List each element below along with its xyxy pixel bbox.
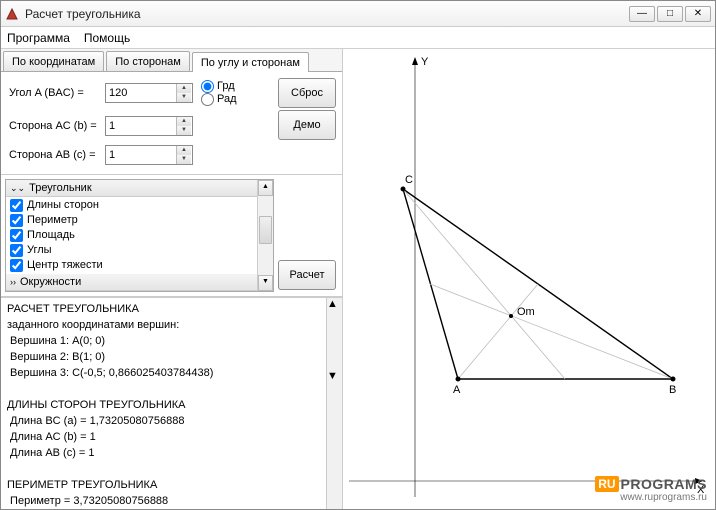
radio-radians[interactable]: Рад (201, 93, 237, 106)
scroll-up-icon[interactable]: ▲ (327, 298, 342, 310)
vertex-c-label: C (405, 174, 413, 186)
out-line (7, 382, 320, 396)
triangle-canvas: Y X Om A B C (343, 49, 715, 509)
tab-by-sides[interactable]: По сторонам (106, 51, 190, 71)
menubar: Программа Помощь (1, 27, 715, 49)
side-ab-field[interactable] (106, 146, 176, 164)
output-scrollbar[interactable]: ▲ ▼ (326, 298, 342, 509)
scroll-down-icon[interactable]: ▼ (327, 370, 342, 382)
watermark: RU PROGRAMS www.ruprograms.ru (595, 476, 707, 503)
scroll-thumb[interactable] (259, 216, 272, 244)
options-header-circles[interactable]: ›› Окружности (6, 274, 257, 291)
reset-button[interactable]: Сброс (278, 78, 336, 108)
out-line (7, 462, 320, 476)
vertex-b-label: B (669, 384, 676, 396)
demo-button[interactable]: Демо (278, 110, 336, 140)
angle-spin-up[interactable]: ▲ (176, 84, 191, 93)
out-line: Вершина 3: C(-0,5; 0,866025403784438) (7, 366, 320, 380)
output-panel: РАСЧЕТ ТРЕУГОЛЬНИКА заданного координата… (1, 297, 342, 509)
menu-help[interactable]: Помощь (84, 31, 130, 45)
side-ab-spin-down[interactable]: ▼ (176, 155, 191, 164)
watermark-url: www.ruprograms.ru (595, 492, 707, 503)
menu-program[interactable]: Программа (7, 31, 70, 45)
scroll-thumb[interactable] (327, 310, 342, 370)
maximize-button[interactable]: □ (657, 6, 683, 22)
output-text[interactable]: РАСЧЕТ ТРЕУГОЛЬНИКА заданного координата… (1, 298, 326, 509)
side-ac-label: Сторона AC (b) = (9, 120, 105, 132)
out-line: Вершина 1: A(0; 0) (7, 334, 320, 348)
side-ab-spin-up[interactable]: ▲ (176, 146, 191, 155)
centroid-label: Om (517, 306, 535, 318)
opt-perimeter[interactable]: Периметр (10, 213, 253, 228)
out-line: ДЛИНЫ СТОРОН ТРЕУГОЛЬНИКА (7, 398, 320, 412)
options-header-triangle[interactable]: ⌄⌄ Треугольник (6, 180, 257, 197)
left-panel: По координатам По сторонам По углу и сто… (1, 49, 343, 509)
input-panel: Угол A (BAC) = ▲▼ Грд Рад Сброс Сторона … (1, 72, 342, 175)
options-list: ⌄⌄ Треугольник Длины сторон Периметр Пло… (5, 179, 274, 292)
watermark-brand: PROGRAMS (621, 476, 707, 492)
scroll-down-icon[interactable]: ▼ (258, 275, 273, 291)
axis-y-label: Y (421, 56, 429, 68)
window-title: Расчет треугольника (25, 7, 629, 21)
canvas-panel: Y X Om A B C RU PROGRAMS www.ruprograms. (343, 49, 715, 509)
tabstrip: По координатам По сторонам По углу и сто… (1, 49, 342, 72)
out-line: Длина AC (b) = 1 (7, 430, 320, 444)
vertex-a-label: A (453, 384, 461, 396)
side-ac-spin-down[interactable]: ▼ (176, 126, 191, 135)
tab-by-angle-sides[interactable]: По углу и сторонам (192, 52, 309, 72)
angle-field[interactable] (106, 84, 176, 102)
out-line: РАСЧЕТ ТРЕУГОЛЬНИКА (7, 302, 320, 316)
opt-centroid[interactable]: Центр тяжести (10, 258, 253, 273)
minimize-button[interactable]: — (629, 6, 655, 22)
opt-lengths[interactable]: Длины сторон (10, 198, 253, 213)
radio-degrees[interactable]: Грд (201, 80, 237, 93)
angle-spin-down[interactable]: ▼ (176, 93, 191, 102)
tab-by-coordinates[interactable]: По координатам (3, 51, 104, 71)
out-line: Вершина 2: B(1; 0) (7, 350, 320, 364)
side-ac-spin-up[interactable]: ▲ (176, 117, 191, 126)
out-line: Длина BC (a) = 1,73205080756888 (7, 414, 320, 428)
calculate-button[interactable]: Расчет (278, 260, 336, 290)
unit-radios: Грд Рад (201, 80, 237, 106)
titlebar: Расчет треугольника — □ ✕ (1, 1, 715, 27)
out-line: Длина AB (c) = 1 (7, 446, 320, 460)
opt-area[interactable]: Площадь (10, 228, 253, 243)
side-ac-input[interactable]: ▲▼ (105, 116, 193, 136)
angle-label: Угол A (BAC) = (9, 87, 105, 99)
watermark-badge: RU (595, 476, 618, 492)
out-line: ПЕРИМЕТР ТРЕУГОЛЬНИКА (7, 478, 320, 492)
scroll-up-icon[interactable]: ▲ (258, 180, 273, 196)
side-ab-label: Сторона AB (c) = (9, 149, 105, 161)
angle-input[interactable]: ▲▼ (105, 83, 193, 103)
options-section: ⌄⌄ Треугольник Длины сторон Периметр Пло… (1, 175, 342, 297)
expand-icon: ›› (10, 277, 16, 287)
opt-angles[interactable]: Углы (10, 243, 253, 258)
options-scrollbar[interactable]: ▲ ▼ (257, 180, 273, 291)
out-line: Периметр = 3,73205080756888 (7, 494, 320, 508)
window-controls: — □ ✕ (629, 6, 711, 22)
close-button[interactable]: ✕ (685, 6, 711, 22)
expand-icon: ⌄⌄ (10, 183, 25, 194)
side-ac-field[interactable] (106, 117, 176, 135)
side-ab-input[interactable]: ▲▼ (105, 145, 193, 165)
app-icon (5, 7, 19, 21)
out-line: заданного координатами вершин: (7, 318, 320, 332)
